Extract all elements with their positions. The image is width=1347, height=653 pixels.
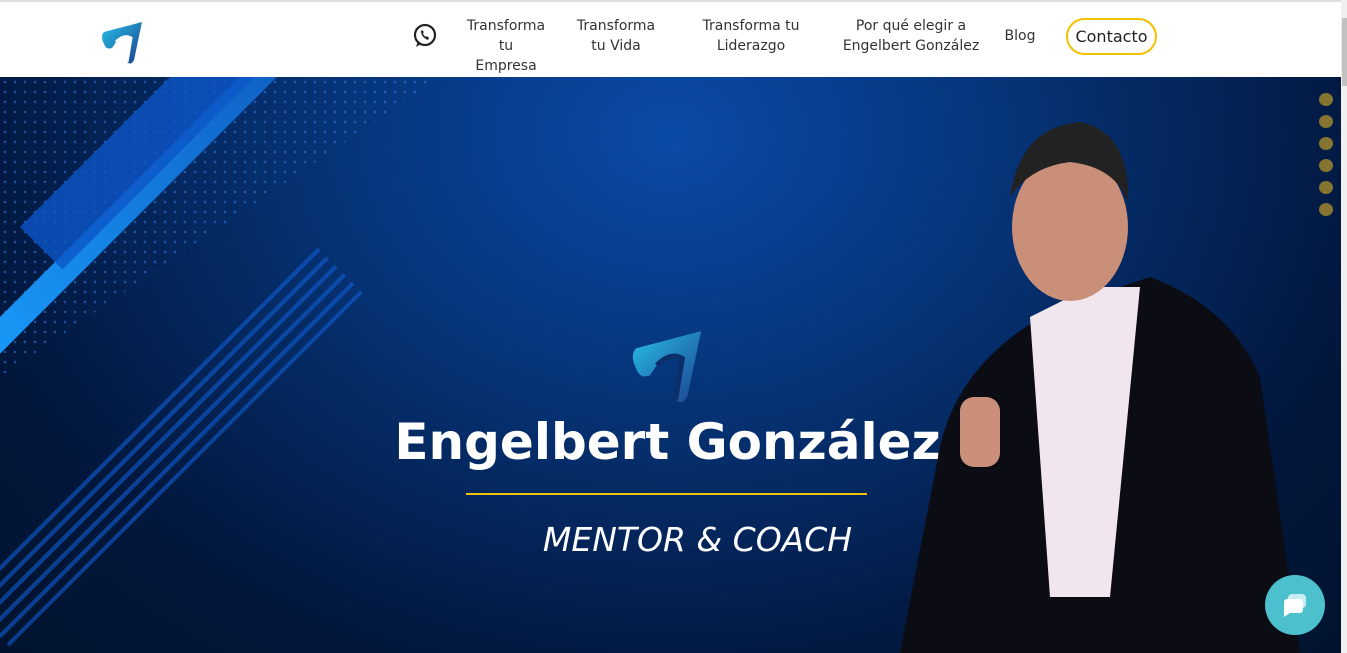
- hero-subtitle: MENTOR & COACH: [542, 520, 853, 559]
- gold-dot: [1319, 203, 1333, 216]
- hero-divider: [466, 493, 867, 495]
- scrollbar[interactable]: [1341, 0, 1347, 653]
- brand-logo[interactable]: [98, 20, 146, 66]
- nav-label: Por qué elegir a: [855, 18, 967, 34]
- nav-blog[interactable]: Blog: [1000, 26, 1040, 46]
- gold-dot: [1319, 137, 1333, 150]
- scrollbar-thumb[interactable]: [1342, 18, 1347, 86]
- hero-name: Engelbert González: [394, 413, 941, 471]
- nav-label: Transforma tu: [702, 18, 800, 34]
- site-header: Transforma tu Empresa Transforma tu Vida T…: [0, 0, 1341, 77]
- chat-bubble-icon: [1284, 594, 1306, 617]
- nav-transforma-liderazgo[interactable]: Transforma tu Liderazgo: [698, 16, 804, 56]
- nav-label: Engelbert González: [842, 38, 980, 54]
- nav-label: tu Vida: [591, 38, 641, 54]
- gold-dot: [1319, 181, 1333, 194]
- chat-button[interactable]: [1265, 575, 1325, 635]
- nav-label: Transforma: [576, 18, 656, 34]
- nav-label: Blog: [1004, 28, 1036, 44]
- nav-transforma-empresa[interactable]: Transforma tu Empresa: [466, 16, 546, 76]
- nav-label: tu Empresa: [475, 38, 537, 74]
- gold-dot: [1319, 93, 1333, 106]
- hero-logo: [632, 331, 702, 403]
- nav-label: Liderazgo: [716, 38, 786, 54]
- nav-por-que-elegir[interactable]: Por qué elegir a Engelbert González: [842, 16, 980, 56]
- contact-button[interactable]: Contacto: [1066, 18, 1157, 55]
- nav-transforma-vida[interactable]: Transforma tu Vida: [575, 16, 657, 56]
- hero-banner: Engelbert González MENTOR & COACH: [0, 77, 1341, 653]
- gold-dot: [1319, 115, 1333, 128]
- gold-dot: [1319, 159, 1333, 172]
- person-photo: [900, 122, 1300, 653]
- whatsapp-icon[interactable]: [412, 23, 438, 49]
- nav-label: Transforma: [466, 18, 546, 34]
